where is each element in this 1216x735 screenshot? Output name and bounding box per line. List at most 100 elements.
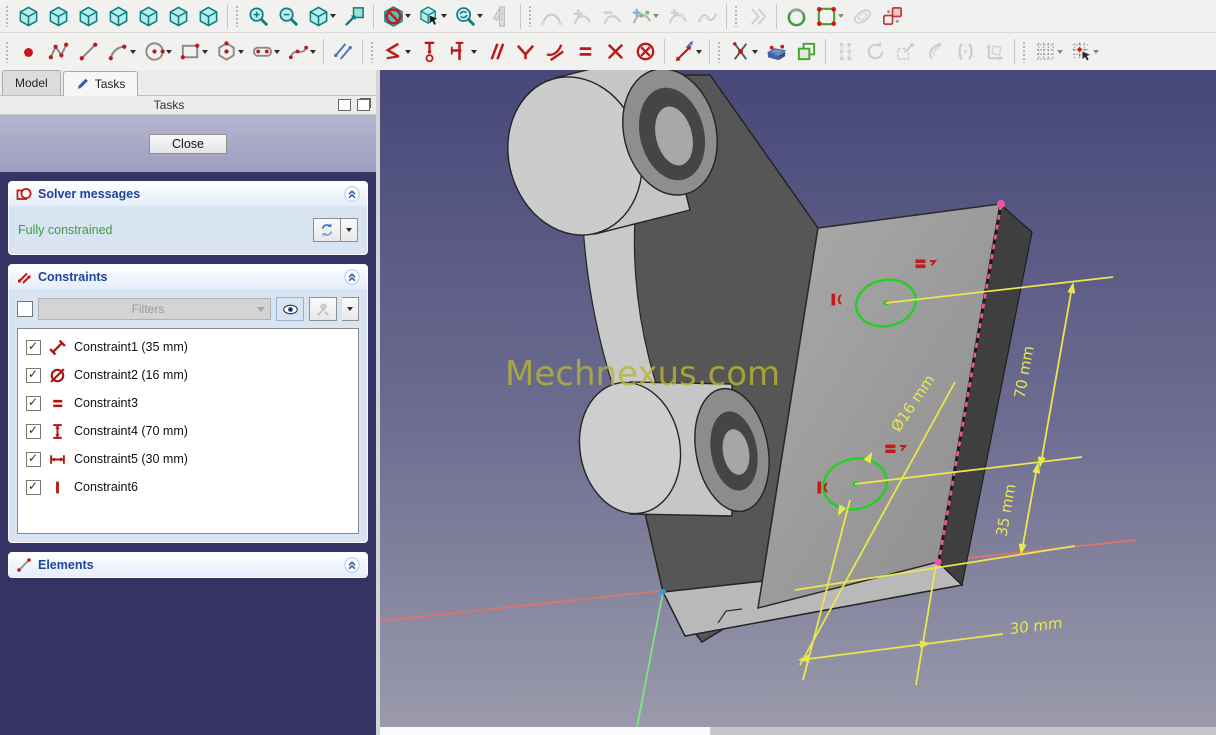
create-polygon-icon[interactable] <box>811 3 841 30</box>
dropdown-arrow[interactable] <box>130 49 136 54</box>
constrain-dimension-icon[interactable] <box>669 38 699 65</box>
dropdown-arrow[interactable] <box>1057 49 1063 54</box>
bspline-decrease-degree-icon[interactable] <box>596 3 626 30</box>
dropdown-arrow[interactable] <box>274 49 280 54</box>
dropdown-arrow[interactable] <box>166 49 172 54</box>
dropdown-arrow[interactable] <box>441 14 447 18</box>
symmetry-icon[interactable] <box>950 38 980 65</box>
constrain-perpendicular-icon[interactable] <box>510 38 540 65</box>
dropdown-arrow[interactable] <box>471 49 477 54</box>
toolbar-handle[interactable] <box>717 40 722 63</box>
create-polyline-icon[interactable] <box>43 38 73 65</box>
toggle-snap-icon[interactable] <box>1066 38 1096 65</box>
filter-checkbox[interactable] <box>17 301 33 317</box>
sketch-origin-point[interactable] <box>660 589 666 595</box>
dimension-label-70mm[interactable]: 70 mm <box>1011 344 1038 399</box>
create-bspline-icon[interactable] <box>283 38 313 65</box>
constraint-settings-dropdown[interactable] <box>342 297 359 321</box>
auto-update-button[interactable] <box>313 218 341 242</box>
dropdown-arrow[interactable] <box>696 49 702 54</box>
create-line-icon[interactable] <box>73 38 103 65</box>
elements-header[interactable]: Elements <box>9 553 367 577</box>
dimension-label-35mm[interactable]: 35 mm <box>993 482 1020 537</box>
constrain-tangent-icon[interactable] <box>540 38 570 65</box>
constraint-row[interactable]: Constraint3 <box>18 389 358 417</box>
create-circle-icon[interactable] <box>139 38 169 65</box>
dropdown-arrow[interactable] <box>752 49 758 54</box>
check-icon[interactable] <box>26 339 41 355</box>
measure-icon[interactable] <box>486 3 516 30</box>
bspline-knot-multiplicity-icon[interactable] <box>626 3 656 30</box>
sketch-vertex[interactable] <box>934 558 942 566</box>
collapse-icon[interactable] <box>344 269 360 285</box>
rear-view-icon[interactable] <box>133 3 163 30</box>
constraint-row[interactable]: Constraint1 (35 mm) <box>18 333 358 361</box>
clone-icon[interactable] <box>791 38 821 65</box>
constraint-settings-button[interactable] <box>309 297 337 321</box>
constraint-row[interactable]: Constraint2 (16 mm) <box>18 361 358 389</box>
bspline-insert-knot-icon[interactable] <box>662 3 692 30</box>
y-axis-line[interactable] <box>636 591 664 727</box>
create-point-icon[interactable] <box>13 38 43 65</box>
front-view-icon[interactable] <box>43 3 73 30</box>
create-periodic-bspline-icon[interactable] <box>781 3 811 30</box>
dropdown-arrow[interactable] <box>330 14 336 18</box>
scale-icon[interactable] <box>890 38 920 65</box>
dropdown-arrow[interactable] <box>405 14 411 18</box>
offset-icon[interactable] <box>920 38 950 65</box>
dropdown-arrow[interactable] <box>310 49 316 54</box>
copy-sketch-geometry-icon[interactable] <box>877 3 907 30</box>
create-ellipse-icon[interactable] <box>847 3 877 30</box>
clip-plane-icon[interactable] <box>378 3 408 30</box>
dimension-line-70mm[interactable] <box>1040 286 1073 464</box>
dropdown-arrow[interactable] <box>1093 49 1099 54</box>
constrain-parallel-icon[interactable] <box>480 38 510 65</box>
toolbar-handle[interactable] <box>1022 40 1027 63</box>
toggle-grid-icon[interactable] <box>1030 38 1060 65</box>
create-rectangle-icon[interactable] <box>175 38 205 65</box>
constraint-row[interactable]: Constraint6 <box>18 473 358 501</box>
constrain-symmetric-icon[interactable] <box>600 38 630 65</box>
split-edge-icon[interactable] <box>742 3 772 30</box>
check-icon[interactable] <box>26 395 41 411</box>
constraint-row[interactable]: Constraint5 (30 mm) <box>18 445 358 473</box>
dropdown-arrow[interactable] <box>238 49 244 54</box>
constrain-distance-axes-icon[interactable] <box>444 38 474 65</box>
bspline-increase-degree-icon[interactable] <box>566 3 596 30</box>
zoom-out-icon[interactable] <box>273 3 303 30</box>
dropdown-arrow[interactable] <box>838 14 844 18</box>
close-button[interactable]: Close <box>149 133 227 154</box>
bottom-view-icon[interactable] <box>163 3 193 30</box>
toolbar-handle[interactable] <box>528 5 533 27</box>
fit-all-icon[interactable] <box>303 3 333 30</box>
solver-messages-header[interactable]: Solver messages <box>9 182 367 206</box>
filters-dropdown[interactable]: Filters <box>38 298 271 320</box>
create-arc-icon[interactable] <box>103 38 133 65</box>
bspline-information-icon[interactable] <box>536 3 566 30</box>
show-hide-constraints-button[interactable] <box>276 297 304 321</box>
zoom-refresh-icon[interactable] <box>450 3 480 30</box>
constraints-header[interactable]: Constraints <box>9 265 367 289</box>
box-selection-icon[interactable] <box>414 3 444 30</box>
3d-viewport[interactable]: Mechnexus.com 70 mm 35 mm Ø16 mm 30 mm <box>380 70 1216 727</box>
rotate-icon[interactable] <box>860 38 890 65</box>
constrain-equal-icon[interactable] <box>570 38 600 65</box>
dimension-line-30mm[interactable] <box>799 633 1004 661</box>
auto-update-dropdown[interactable] <box>341 218 358 242</box>
move-icon[interactable] <box>980 38 1010 65</box>
right-view-icon[interactable] <box>103 3 133 30</box>
toolbar-handle[interactable] <box>5 5 10 27</box>
check-icon[interactable] <box>26 451 41 467</box>
float-panel-icon[interactable] <box>357 99 370 111</box>
check-icon[interactable] <box>26 423 41 439</box>
constrain-lock-icon[interactable] <box>725 38 755 65</box>
collapse-icon[interactable] <box>344 186 360 202</box>
dimension-label-30mm[interactable]: 30 mm <box>1010 614 1063 639</box>
check-icon[interactable] <box>26 367 41 383</box>
toolbar-handle[interactable] <box>370 40 375 63</box>
toggle-driving-constraint-icon[interactable] <box>761 38 791 65</box>
check-icon[interactable] <box>26 479 41 495</box>
left-view-icon[interactable] <box>193 3 223 30</box>
constrain-coincident-icon[interactable] <box>378 38 408 65</box>
constrain-block-icon[interactable] <box>630 38 660 65</box>
